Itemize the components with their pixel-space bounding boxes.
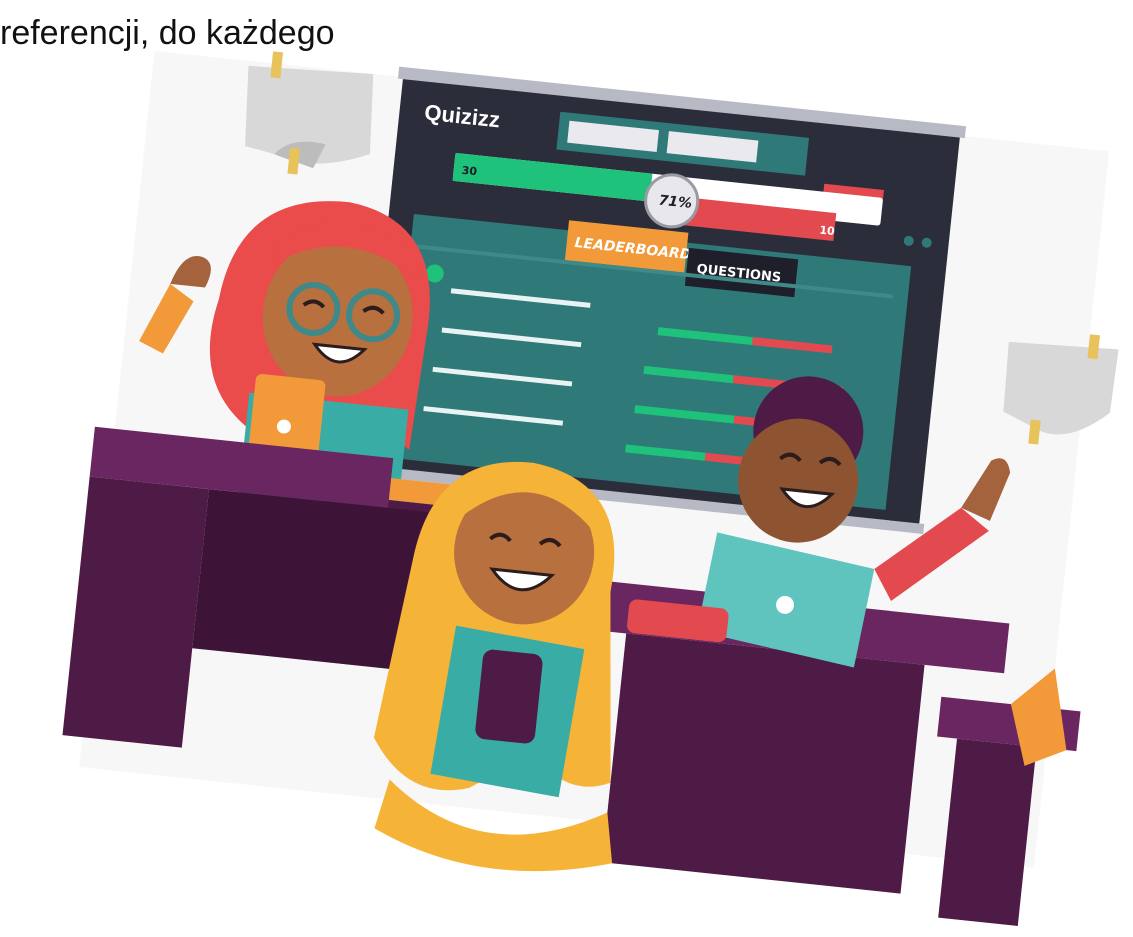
illustration-svg: Quizizz 30 10 71% LEADERBOARD QUESTIONS [62, 50, 1119, 927]
quiz-board: Quizizz 30 10 71% LEADERBOARD QUESTIONS [356, 66, 967, 534]
classroom-illustration: Quizizz 30 10 71% LEADERBOARD QUESTIONS [0, 0, 1133, 937]
progress-right-value: 10 [819, 223, 836, 238]
phone-purple [475, 649, 543, 744]
tilted-scene: Quizizz 30 10 71% LEADERBOARD QUESTIONS [62, 50, 1119, 927]
progress-left-value: 30 [461, 164, 478, 179]
